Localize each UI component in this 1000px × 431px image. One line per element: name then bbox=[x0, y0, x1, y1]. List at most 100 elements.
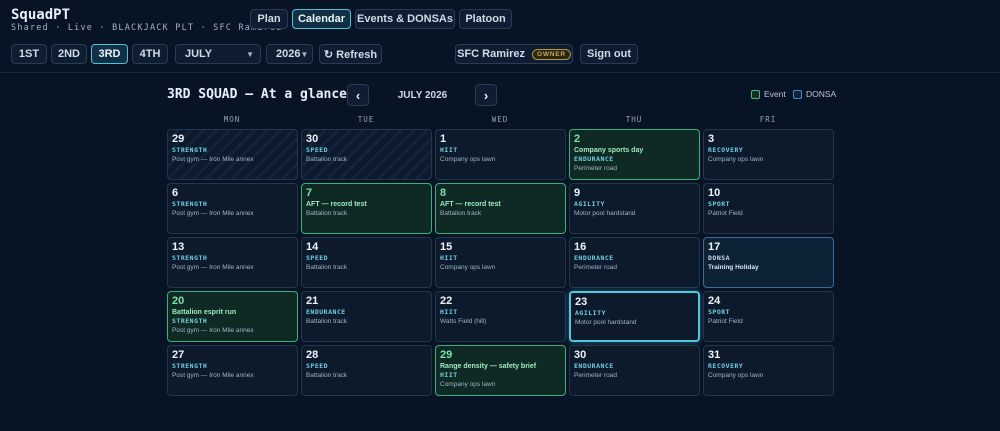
calendar-day-cell[interactable]: 16 ENDURANCE Perimeter road bbox=[569, 237, 700, 288]
calendar-day-cell[interactable]: 23 AGILITY Motor pool hardstand bbox=[569, 291, 700, 342]
prev-month-button[interactable]: ‹ bbox=[347, 84, 369, 106]
calendar-day-cell[interactable]: 6 STRENGTH Post gym — Iron Mile annex bbox=[167, 183, 298, 234]
calendar-day-cell[interactable]: 28 SPEED Battalion track bbox=[301, 345, 432, 396]
calendar-day-cell[interactable]: 7 AFT — record test Battalion track bbox=[301, 183, 432, 234]
calendar-day-cell[interactable]: 9 AGILITY Motor pool hardstand bbox=[569, 183, 700, 234]
tab-calendar[interactable]: Calendar bbox=[292, 9, 351, 29]
calendar-day-cell[interactable]: 30 ENDURANCE Perimeter road bbox=[569, 345, 700, 396]
month-select[interactable]: JULY ▼ bbox=[175, 44, 261, 64]
workout-location: Company ops lawn bbox=[440, 156, 496, 163]
weekday-wed: WED bbox=[491, 115, 509, 124]
day-number: 15 bbox=[440, 241, 453, 253]
workout-category: ENDURANCE bbox=[574, 155, 614, 163]
user-chip: SFC Ramirez OWNER bbox=[455, 44, 573, 64]
day-number: 29 bbox=[172, 133, 185, 145]
event-title: Battalion esprit run bbox=[172, 309, 237, 316]
calendar-day-cell[interactable]: 31 RECOVERY Company ops lawn bbox=[703, 345, 834, 396]
day-number: 23 bbox=[575, 296, 588, 308]
event-title: AFT — record test bbox=[306, 201, 367, 208]
workout-category: STRENGTH bbox=[172, 146, 208, 154]
squad-1st-button[interactable]: 1ST bbox=[11, 44, 47, 64]
event-title: Range density — safety brief bbox=[440, 363, 537, 370]
tab-events-donsas[interactable]: Events & DONSAs bbox=[355, 9, 455, 29]
app-subtitle: Shared · Live · BLACKJACK PLT · SFC Rami… bbox=[11, 23, 283, 33]
tab-platoon[interactable]: Platoon bbox=[459, 9, 512, 29]
month-label: JULY 2026 bbox=[397, 90, 448, 101]
day-number: 10 bbox=[708, 187, 721, 199]
workout-category: SPORT bbox=[708, 200, 731, 208]
calendar-day-cell[interactable]: 8 AFT — record test Battalion track bbox=[435, 183, 566, 234]
day-number: 16 bbox=[574, 241, 587, 253]
workout-category: ENDURANCE bbox=[306, 308, 346, 316]
workout-category: ENDURANCE bbox=[574, 254, 614, 262]
workout-location: Motor pool hardstand bbox=[574, 210, 636, 217]
workout-location: Post gym — Iron Mile annex bbox=[172, 156, 254, 163]
workout-location: Patriot Field bbox=[708, 318, 743, 325]
workout-location: Training Holiday bbox=[708, 264, 759, 271]
workout-location: Company ops lawn bbox=[440, 264, 496, 271]
day-number: 13 bbox=[172, 241, 185, 253]
legend-donsa: DONSA bbox=[793, 89, 836, 99]
calendar-day-cell[interactable]: 10 SPORT Patriot Field bbox=[703, 183, 834, 234]
refresh-button[interactable]: ↻ Refresh bbox=[319, 44, 382, 64]
calendar-day-cell[interactable]: 15 HIIT Company ops lawn bbox=[435, 237, 566, 288]
calendar-day-cell[interactable]: 30 SPEED Battalion track bbox=[301, 129, 432, 180]
role-badge: OWNER bbox=[531, 48, 571, 60]
workout-category: HIIT bbox=[440, 308, 458, 316]
day-number: 29 bbox=[440, 349, 453, 361]
calendar-day-cell[interactable]: 14 SPEED Battalion track bbox=[301, 237, 432, 288]
workout-location: Company ops lawn bbox=[440, 381, 496, 388]
next-month-button[interactable]: › bbox=[475, 84, 497, 106]
calendar-day-cell[interactable]: 20 Battalion esprit run STRENGTH Post gym —… bbox=[167, 291, 298, 342]
day-number: 3 bbox=[708, 133, 715, 145]
day-number: 28 bbox=[306, 349, 319, 361]
workout-category: SPEED bbox=[306, 146, 329, 154]
day-number: 8 bbox=[440, 187, 447, 199]
squad-2nd-button[interactable]: 2ND bbox=[51, 44, 87, 64]
workout-location: Post gym — Iron Mile annex bbox=[172, 210, 254, 217]
workout-category: SPORT bbox=[708, 308, 731, 316]
event-title: AFT — record test bbox=[440, 201, 501, 208]
workout-location: Post gym — Iron Mile annex bbox=[172, 264, 254, 271]
workout-location: Perimeter road bbox=[574, 165, 617, 172]
calendar-day-cell[interactable]: 27 STRENGTH Post gym — Iron Mile annex bbox=[167, 345, 298, 396]
weekday-fri: FRI bbox=[759, 115, 777, 124]
calendar-day-cell[interactable]: 22 HIIT Watts Field (hill) bbox=[435, 291, 566, 342]
workout-category: RECOVERY bbox=[708, 146, 744, 154]
sign-out-button[interactable]: Sign out bbox=[580, 44, 638, 64]
workout-category: DONSA bbox=[708, 254, 731, 262]
weekday-thu: THU bbox=[625, 115, 643, 124]
calendar-day-cell[interactable]: 3 RECOVERY Company ops lawn bbox=[703, 129, 834, 180]
calendar-day-cell[interactable]: 29 STRENGTH Post gym — Iron Mile annex bbox=[167, 129, 298, 180]
workout-location: Battalion track bbox=[440, 210, 482, 217]
workout-location: Post gym — Iron Mile annex bbox=[172, 327, 254, 334]
calendar-day-cell[interactable]: 17 DONSA Training Holiday bbox=[703, 237, 834, 288]
event-title: Company sports day bbox=[574, 147, 644, 154]
workout-category: STRENGTH bbox=[172, 317, 208, 325]
day-number: 21 bbox=[306, 295, 319, 307]
calendar-day-cell[interactable]: 1 HIIT Company ops lawn bbox=[435, 129, 566, 180]
workout-location: Battalion track bbox=[306, 210, 348, 217]
workout-category: AGILITY bbox=[575, 309, 606, 317]
day-number: 30 bbox=[574, 349, 587, 361]
calendar-day-cell[interactable]: 13 STRENGTH Post gym — Iron Mile annex bbox=[167, 237, 298, 288]
workout-location: Company ops lawn bbox=[708, 156, 764, 163]
year-select[interactable]: 2026 ▼ bbox=[266, 44, 313, 64]
workout-category: AGILITY bbox=[574, 200, 605, 208]
squad-3rd-button[interactable]: 3RD bbox=[91, 44, 128, 64]
workout-location: Battalion track bbox=[306, 372, 348, 379]
month-select-value: JULY bbox=[185, 48, 213, 60]
header-divider bbox=[0, 72, 1000, 73]
tab-plan[interactable]: Plan bbox=[250, 9, 288, 29]
calendar-day-cell[interactable]: 21 ENDURANCE Battalion track bbox=[301, 291, 432, 342]
workout-location: Post gym — Iron Mile annex bbox=[172, 372, 254, 379]
workout-category: HIIT bbox=[440, 371, 458, 379]
calendar-day-cell[interactable]: 29 Range density — safety brief HIIT Compan… bbox=[435, 345, 566, 396]
calendar-day-cell[interactable]: 24 SPORT Patriot Field bbox=[703, 291, 834, 342]
squad-4th-button[interactable]: 4TH bbox=[132, 44, 168, 64]
day-number: 30 bbox=[306, 133, 319, 145]
workout-location: Perimeter road bbox=[574, 264, 617, 271]
workout-location: Patriot Field bbox=[708, 210, 743, 217]
day-number: 27 bbox=[172, 349, 185, 361]
calendar-day-cell[interactable]: 2 Company sports day ENDURANCE Perimeter ro… bbox=[569, 129, 700, 180]
